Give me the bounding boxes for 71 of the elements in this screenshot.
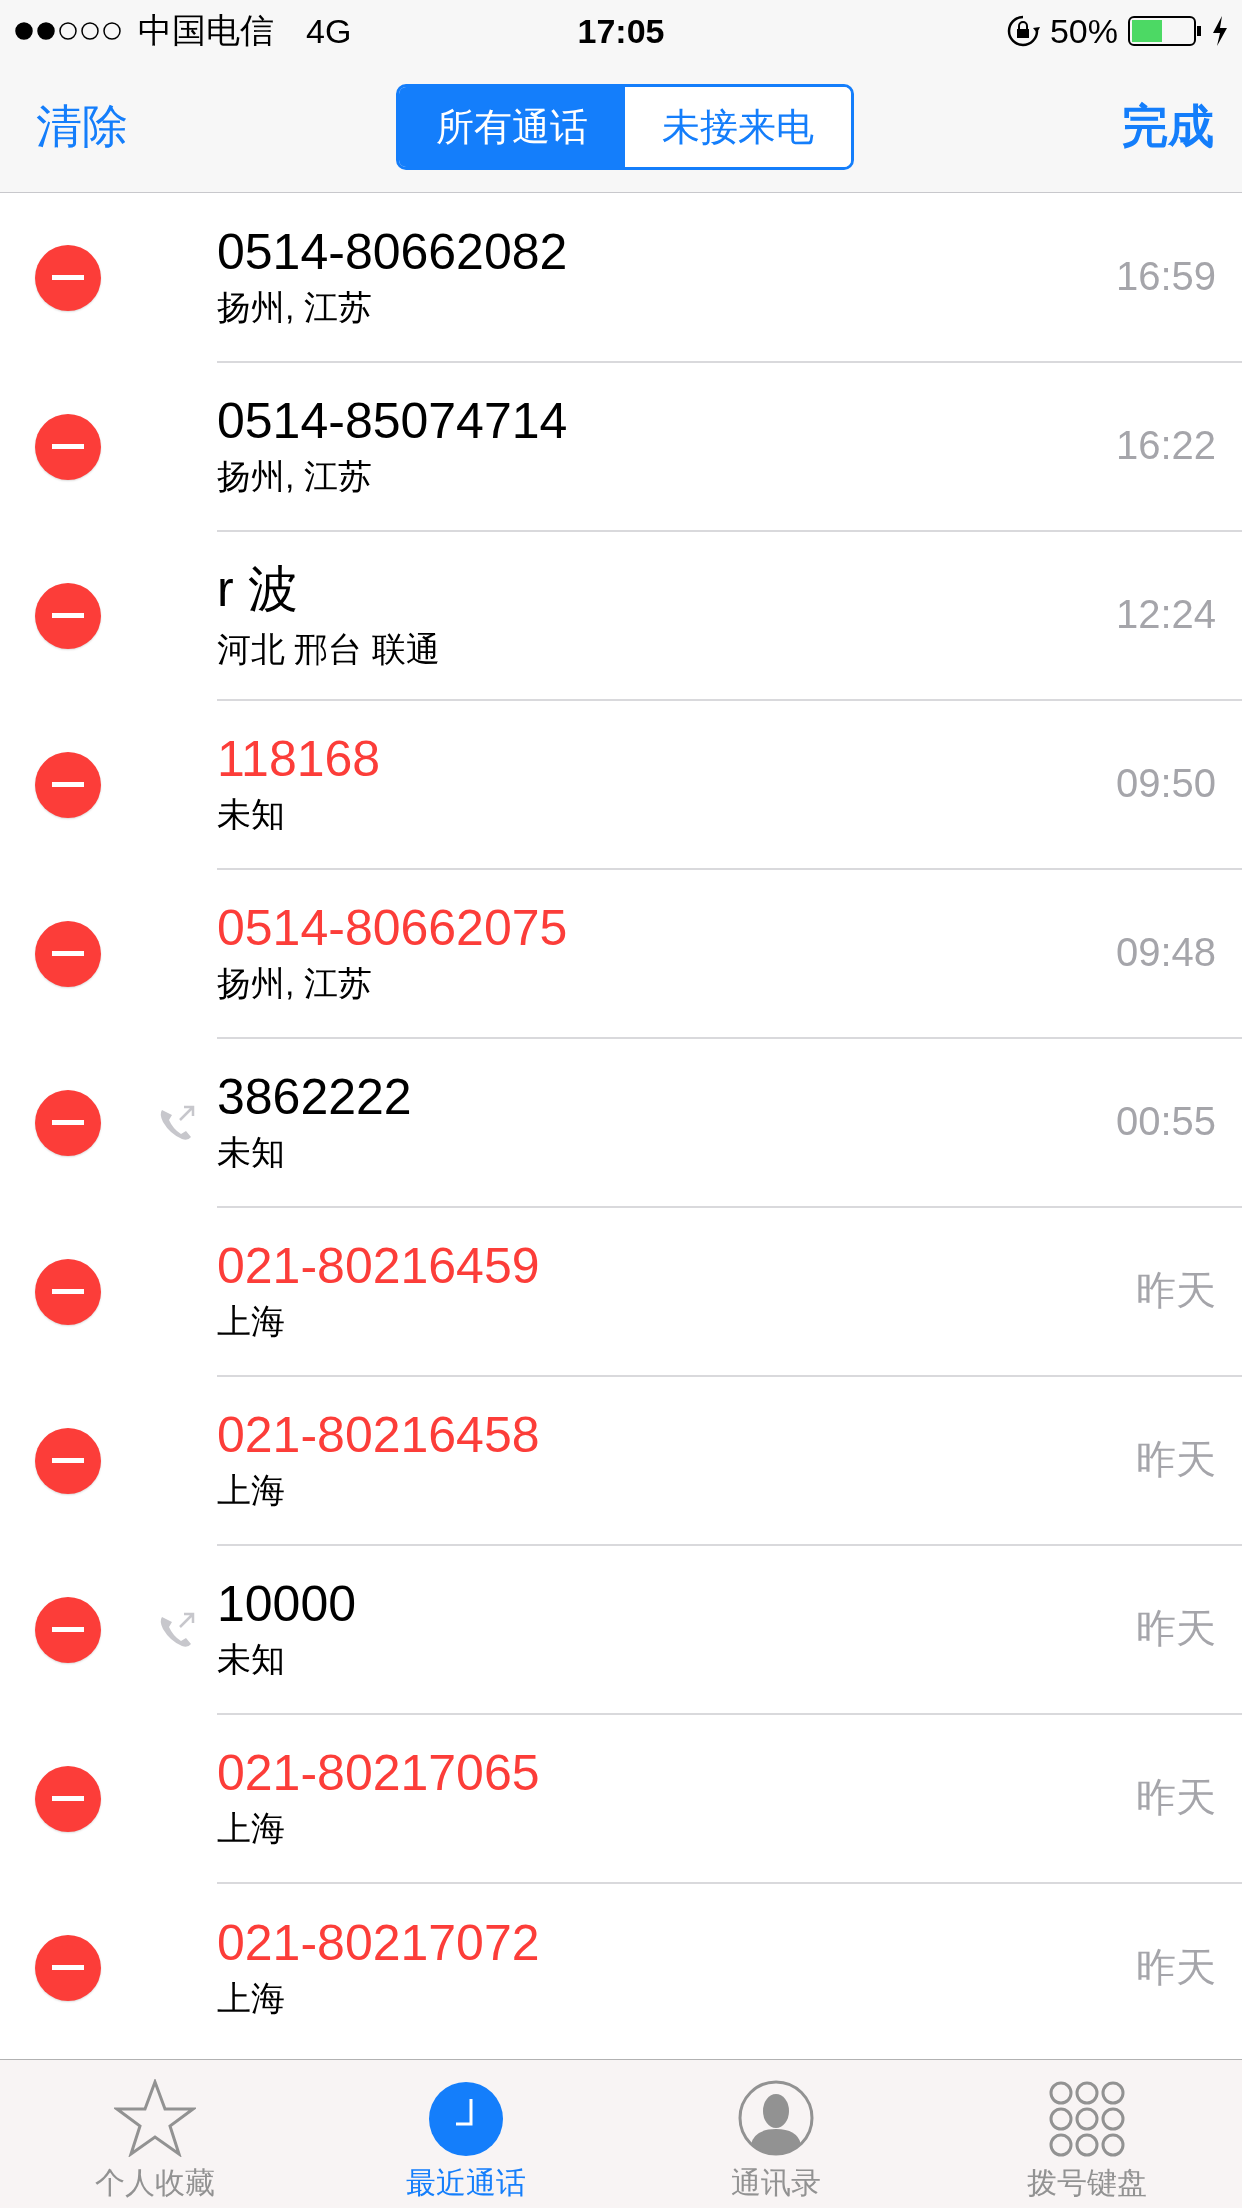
caller-name: 021-80217065 bbox=[217, 1743, 541, 1802]
call-row[interactable]: 0514-80662082 扬州, 江苏 16:59 bbox=[0, 193, 1242, 362]
caller-location: 上海 bbox=[217, 1977, 286, 2019]
call-time: 12:24 bbox=[1115, 592, 1216, 637]
delete-button[interactable] bbox=[35, 1765, 101, 1832]
caller-name: 0514-80662082 bbox=[217, 222, 569, 281]
caller-name: 0514-80662075 bbox=[217, 898, 569, 957]
network-type: 4G bbox=[306, 11, 352, 51]
caller-name: 021-80217072 bbox=[217, 1913, 541, 1972]
clock-time: 17:05 bbox=[577, 11, 665, 51]
caller-location: 扬州, 江苏 bbox=[217, 286, 373, 328]
call-row[interactable]: 118168 未知 09:50 bbox=[0, 700, 1242, 869]
call-row[interactable]: 0514-85074714 扬州, 江苏 16:22 bbox=[0, 362, 1242, 531]
delete-button[interactable] bbox=[35, 1258, 101, 1325]
delete-button[interactable] bbox=[35, 413, 101, 480]
delete-button[interactable] bbox=[35, 751, 101, 818]
clock-icon bbox=[427, 2081, 504, 2157]
call-time: 昨天 bbox=[1136, 1267, 1216, 1314]
call-row[interactable]: 021-80217065 上海 昨天 bbox=[0, 1714, 1242, 1883]
call-time: 16:22 bbox=[1115, 423, 1216, 468]
caller-location: 上海 bbox=[217, 1807, 286, 1849]
tab-bar-item[interactable]: 最近通话 bbox=[310, 2060, 621, 2208]
call-time: 昨天 bbox=[1136, 1944, 1216, 1991]
star-icon bbox=[114, 2079, 197, 2157]
caller-name: 021-80216459 bbox=[217, 1236, 541, 1295]
caller-location: 未知 bbox=[217, 793, 286, 835]
battery-icon bbox=[1128, 16, 1202, 46]
battery-percent: 50% bbox=[1049, 11, 1118, 51]
call-time: 昨天 bbox=[1136, 1605, 1216, 1652]
delete-button[interactable] bbox=[35, 582, 101, 649]
call-row[interactable]: 10000 未知 昨天 bbox=[0, 1545, 1242, 1714]
delete-button[interactable] bbox=[35, 1427, 101, 1494]
delete-button[interactable] bbox=[35, 920, 101, 987]
call-row[interactable]: 021-80216458 上海 昨天 bbox=[0, 1376, 1242, 1545]
call-row[interactable]: 021-80216459 上海 昨天 bbox=[0, 1207, 1242, 1376]
charging-icon bbox=[1212, 16, 1228, 46]
rotation-lock-icon bbox=[1005, 14, 1040, 48]
clear-button[interactable]: 清除 bbox=[36, 96, 128, 158]
caller-location: 上海 bbox=[217, 1469, 286, 1511]
caller-location: 上海 bbox=[217, 1300, 286, 1342]
call-row[interactable]: r 波 河北 邢台 联通 12:24 bbox=[0, 531, 1242, 700]
call-row[interactable]: 3862222 未知 00:55 bbox=[0, 1038, 1242, 1207]
caller-location: 未知 bbox=[217, 1638, 286, 1680]
caller-location: 未知 bbox=[217, 1131, 286, 1173]
call-time: 昨天 bbox=[1136, 1436, 1216, 1483]
done-button[interactable]: 完成 bbox=[1122, 96, 1214, 158]
call-time: 09:50 bbox=[1115, 761, 1216, 806]
caller-name: 10000 bbox=[217, 1574, 358, 1633]
caller-name: 3862222 bbox=[217, 1067, 413, 1126]
call-time: 昨天 bbox=[1136, 1774, 1216, 1821]
delete-button[interactable] bbox=[35, 1934, 101, 2001]
caller-name: r 波 bbox=[217, 560, 299, 619]
caller-location: 扬州, 江苏 bbox=[217, 962, 373, 1004]
caller-name: 118168 bbox=[217, 729, 382, 788]
delete-button[interactable] bbox=[35, 244, 101, 311]
contact-icon bbox=[737, 2079, 816, 2157]
call-row[interactable]: 0514-80662075 扬州, 江苏 09:48 bbox=[0, 869, 1242, 1038]
carrier-name: 中国电信 bbox=[138, 10, 274, 51]
keypad-icon bbox=[1048, 2081, 1125, 2157]
caller-name: 0514-85074714 bbox=[217, 391, 569, 450]
call-time: 00:55 bbox=[1115, 1099, 1216, 1144]
caller-location: 河北 邢台 联通 bbox=[217, 629, 441, 670]
caller-name: 021-80216458 bbox=[217, 1405, 541, 1464]
caller-location: 扬州, 江苏 bbox=[217, 455, 373, 497]
delete-button[interactable] bbox=[35, 1596, 101, 1663]
delete-button[interactable] bbox=[35, 1089, 101, 1156]
call-time: 09:48 bbox=[1115, 930, 1216, 975]
segment-tab[interactable]: 所有通话 bbox=[399, 87, 625, 167]
call-row[interactable]: 021-80217072 上海 昨天 bbox=[0, 1883, 1242, 2052]
segment-tab[interactable]: 未接来电 bbox=[625, 87, 851, 167]
call-time: 16:59 bbox=[1115, 254, 1216, 299]
